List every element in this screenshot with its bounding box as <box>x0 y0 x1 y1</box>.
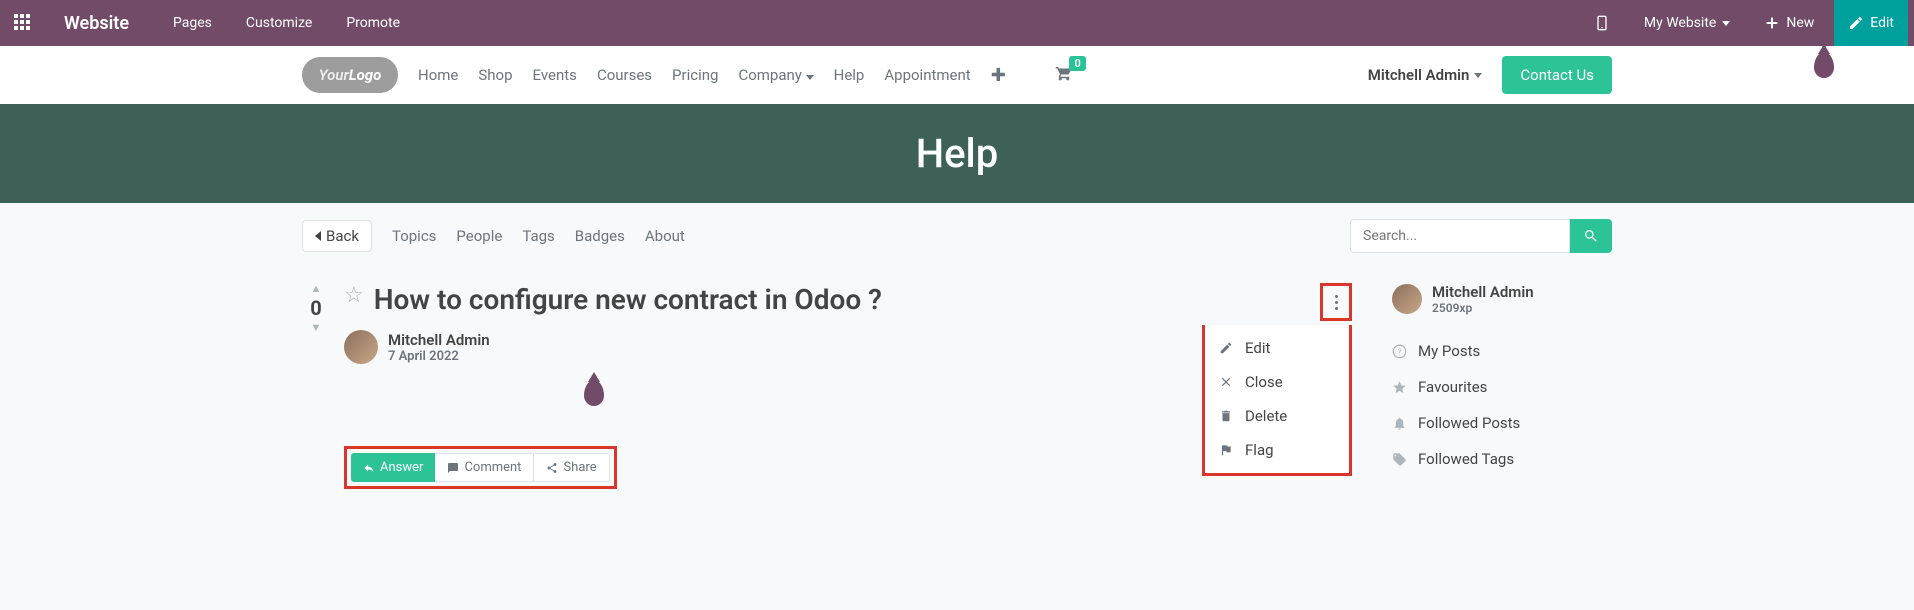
drop-indicator-icon <box>1814 52 1834 78</box>
forum-nav: Back Topics People Tags Badges About <box>302 219 1612 253</box>
fnav-people[interactable]: People <box>456 227 502 245</box>
dd-edit[interactable]: Edit <box>1205 331 1349 365</box>
nav-appointment[interactable]: Appointment <box>884 66 970 84</box>
new-button[interactable]: New <box>1750 0 1828 46</box>
cart-icon[interactable]: 0 <box>1054 64 1074 86</box>
favourite-star-icon[interactable]: ☆ <box>344 283 364 308</box>
logo[interactable]: YourLogo <box>302 57 398 93</box>
vote-count: 0 <box>310 296 321 320</box>
contact-us-button[interactable]: Contact Us <box>1502 56 1612 94</box>
drop-content-icon <box>584 380 604 406</box>
nav-courses[interactable]: Courses <box>597 66 652 84</box>
author-avatar[interactable] <box>344 330 378 364</box>
nav-company[interactable]: Company <box>738 66 813 84</box>
brand-title: Website <box>64 13 129 34</box>
hero-banner: Help <box>0 104 1914 203</box>
answer-button[interactable]: Answer <box>351 453 435 482</box>
svg-text:?: ? <box>1398 346 1402 356</box>
fnav-tags[interactable]: Tags <box>522 227 554 245</box>
more-menu-icon[interactable] <box>1325 288 1347 316</box>
dd-delete[interactable]: Delete <box>1205 399 1349 433</box>
sidebar-xp: 2509xp <box>1432 301 1534 315</box>
fnav-badges[interactable]: Badges <box>575 227 625 245</box>
my-website-label: My Website <box>1644 15 1716 31</box>
profile-sidebar: Mitchell Admin 2509xp ?My Posts Favourit… <box>1392 283 1612 489</box>
sidebar-avatar[interactable] <box>1392 284 1422 314</box>
more-dropdown: Edit Close Delete Flag <box>1202 325 1352 476</box>
nav-pricing[interactable]: Pricing <box>672 66 718 84</box>
fnav-about[interactable]: About <box>645 227 685 245</box>
comment-button[interactable]: Comment <box>435 453 534 482</box>
sidebar-username[interactable]: Mitchell Admin <box>1432 283 1534 301</box>
author-name[interactable]: Mitchell Admin <box>388 331 490 349</box>
search-button[interactable] <box>1570 219 1612 253</box>
upvote-icon[interactable]: ▲ <box>311 283 322 294</box>
post-date: 7 April 2022 <box>388 349 490 364</box>
nav-help[interactable]: Help <box>834 66 865 84</box>
nav-events[interactable]: Events <box>533 66 577 84</box>
mobile-icon[interactable] <box>1580 0 1624 46</box>
vote-widget: ▲ 0 ▼ <box>302 283 330 489</box>
dd-flag[interactable]: Flag <box>1205 433 1349 467</box>
dd-close[interactable]: Close <box>1205 365 1349 399</box>
nav-home[interactable]: Home <box>418 66 458 84</box>
nav-customize[interactable]: Customize <box>238 15 320 31</box>
search-input[interactable] <box>1350 219 1570 253</box>
sidebar-favourites[interactable]: Favourites <box>1392 369 1612 405</box>
nav-promote[interactable]: Promote <box>338 15 408 31</box>
downvote-icon[interactable]: ▼ <box>311 322 322 333</box>
edit-label: Edit <box>1870 15 1894 31</box>
add-menu-icon[interactable]: ✚ <box>991 65 1006 86</box>
question-title: How to configure new contract in Odoo ? <box>374 283 882 316</box>
apps-icon[interactable] <box>14 14 32 32</box>
nav-pages[interactable]: Pages <box>165 15 220 31</box>
page-title: Help <box>0 130 1914 177</box>
site-header: YourLogo Home Shop Events Courses Pricin… <box>282 46 1632 104</box>
sidebar-followed-tags[interactable]: Followed Tags <box>1392 441 1612 477</box>
edit-button[interactable]: Edit <box>1834 0 1908 46</box>
sidebar-myposts[interactable]: ?My Posts <box>1392 333 1612 369</box>
kebab-highlight <box>1320 283 1352 321</box>
top-bar: Website Pages Customize Promote My Websi… <box>0 0 1914 46</box>
back-button[interactable]: Back <box>302 220 372 252</box>
fnav-topics[interactable]: Topics <box>392 227 436 245</box>
new-label: New <box>1786 15 1814 31</box>
cart-badge: 0 <box>1069 56 1085 71</box>
question-actions: Answer Comment Share <box>344 446 617 489</box>
nav-shop[interactable]: Shop <box>478 66 512 84</box>
user-dropdown[interactable]: Mitchell Admin <box>1368 66 1483 84</box>
sidebar-followed-posts[interactable]: Followed Posts <box>1392 405 1612 441</box>
my-website-dropdown[interactable]: My Website <box>1630 0 1744 46</box>
share-button[interactable]: Share <box>534 453 609 482</box>
